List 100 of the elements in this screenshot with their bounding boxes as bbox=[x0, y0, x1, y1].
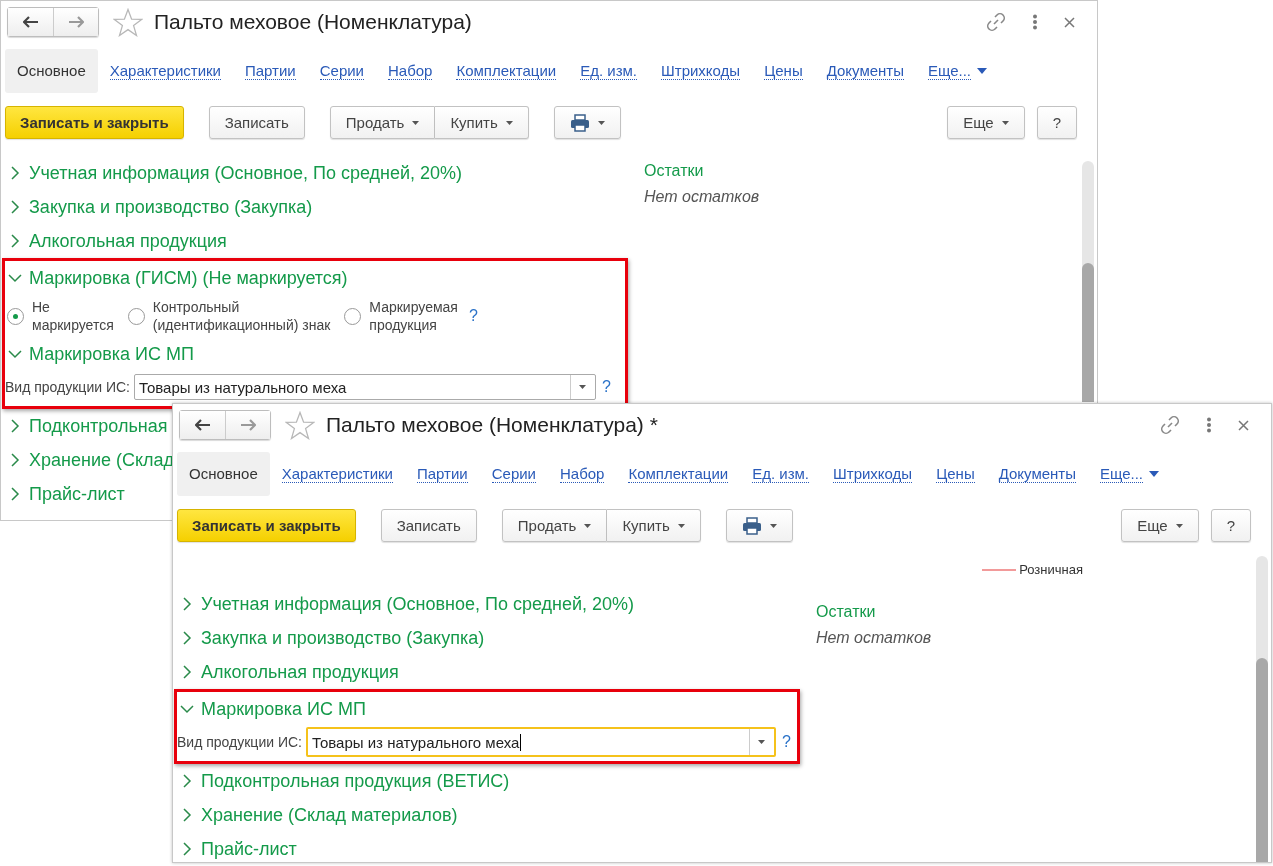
save-and-close-button[interactable]: Записать и закрыть bbox=[177, 509, 356, 542]
tab[interactable]: Документы bbox=[814, 49, 916, 93]
more-icon[interactable] bbox=[1206, 417, 1212, 433]
menu-button[interactable]: Купить bbox=[435, 106, 529, 139]
save-and-close-button[interactable]: Записать и закрыть bbox=[5, 106, 184, 139]
print-button[interactable] bbox=[725, 509, 793, 542]
caret-icon bbox=[584, 523, 592, 528]
section-title[interactable]: Маркировка ИС МП bbox=[201, 698, 366, 720]
tab[interactable]: Набор bbox=[376, 49, 445, 93]
section-title[interactable]: Закупка и производство (Закупка) bbox=[29, 196, 313, 218]
tab[interactable]: Штрихкоды bbox=[649, 49, 753, 93]
tab[interactable]: Ед. изм. bbox=[740, 452, 822, 496]
tab[interactable]: Основное bbox=[177, 452, 270, 496]
chevron-right-icon[interactable] bbox=[8, 234, 22, 248]
tab[interactable]: Еще... bbox=[1088, 452, 1172, 496]
close-icon[interactable] bbox=[1064, 16, 1075, 28]
tab[interactable]: Серии bbox=[307, 49, 376, 93]
menu-button[interactable]: Купить bbox=[607, 509, 701, 542]
section-title[interactable]: Прайс-лист bbox=[201, 838, 297, 860]
chevron-right-icon[interactable] bbox=[8, 453, 22, 467]
help-button[interactable]: ? bbox=[1210, 509, 1251, 542]
field-label: Вид продукции ИС: bbox=[5, 379, 130, 395]
section-title[interactable]: Алкогольная продукция bbox=[29, 230, 227, 252]
help-link[interactable]: ? bbox=[601, 378, 611, 396]
chevron-right-icon[interactable] bbox=[180, 631, 194, 645]
back-button[interactable] bbox=[180, 411, 225, 439]
tab[interactable]: Основное bbox=[5, 49, 98, 93]
tab[interactable]: Ед. изм. bbox=[568, 49, 650, 93]
chevron-down-icon[interactable] bbox=[180, 702, 194, 716]
tab[interactable]: Комплектации bbox=[444, 49, 569, 93]
help-link[interactable]: ? bbox=[468, 307, 478, 325]
tab[interactable]: Партии bbox=[404, 452, 480, 496]
side-heading: Остатки bbox=[816, 602, 877, 622]
section-title[interactable]: Алкогольная продукция bbox=[201, 661, 399, 683]
chevron-right-icon[interactable] bbox=[8, 166, 22, 180]
scrollbar-thumb[interactable] bbox=[1256, 658, 1268, 862]
chevron-down-icon[interactable] bbox=[8, 271, 22, 285]
left-arrow-icon bbox=[194, 419, 211, 431]
section-title[interactable]: Маркировка ИС МП bbox=[29, 343, 194, 365]
tab[interactable]: Штрихкоды bbox=[821, 452, 925, 496]
radio-label[interactable]: Маркируемая продукция bbox=[369, 298, 458, 334]
menu-button[interactable]: Продать bbox=[501, 509, 608, 542]
chevron-right-icon[interactable] bbox=[180, 665, 194, 679]
save-button[interactable]: Записать bbox=[380, 509, 477, 542]
help-link[interactable]: ? bbox=[781, 733, 791, 751]
tab[interactable]: Еще... bbox=[916, 49, 1000, 93]
tab[interactable]: Документы bbox=[986, 452, 1088, 496]
menu-button[interactable]: Продать bbox=[329, 106, 436, 139]
section-title[interactable]: Хранение (Склад bbox=[29, 449, 175, 471]
section-title[interactable]: Подконтрольная bbox=[29, 415, 168, 437]
print-button[interactable] bbox=[553, 106, 621, 139]
tab[interactable]: Серии bbox=[479, 452, 548, 496]
caret-icon bbox=[758, 740, 766, 744]
section-title[interactable]: Прайс-лист bbox=[29, 483, 125, 505]
menu-button[interactable]: Еще bbox=[947, 106, 1025, 139]
scrollbar-thumb[interactable] bbox=[1082, 263, 1094, 402]
link-icon[interactable] bbox=[1160, 415, 1180, 435]
dropdown-triangle-icon bbox=[977, 68, 988, 74]
chevron-down-icon[interactable] bbox=[8, 347, 22, 361]
section-title[interactable]: Подконтрольная продукция (ВЕТИС) bbox=[201, 770, 510, 792]
tab[interactable]: Характеристики bbox=[269, 452, 405, 496]
chevron-right-icon[interactable] bbox=[180, 808, 194, 822]
more-icon[interactable] bbox=[1032, 14, 1038, 30]
radio-button[interactable] bbox=[127, 307, 145, 325]
product-type-field[interactable]: Товары из натурального меха bbox=[133, 374, 596, 400]
caret-icon bbox=[1175, 523, 1183, 528]
section-title[interactable]: Учетная информация (Основное, По средней, 20%) bbox=[201, 593, 635, 615]
radio-button[interactable] bbox=[7, 307, 24, 325]
tab[interactable]: Цены bbox=[924, 452, 987, 496]
chevron-right-icon[interactable] bbox=[8, 200, 22, 214]
star-icon[interactable] bbox=[113, 7, 143, 37]
field-label: Вид продукции ИС: bbox=[177, 734, 302, 750]
chevron-right-icon[interactable] bbox=[8, 487, 22, 501]
chevron-right-icon[interactable] bbox=[8, 419, 22, 433]
back-button[interactable] bbox=[8, 8, 53, 36]
save-button[interactable]: Записать bbox=[208, 106, 305, 139]
chevron-right-icon[interactable] bbox=[180, 774, 194, 788]
link-icon[interactable] bbox=[986, 12, 1006, 32]
scrollbar[interactable] bbox=[1256, 556, 1268, 862]
radio-label[interactable]: Контрольный (идентификационный) знак bbox=[152, 298, 331, 334]
chevron-right-icon[interactable] bbox=[180, 597, 194, 611]
close-icon[interactable] bbox=[1238, 419, 1249, 431]
tab[interactable]: Набор bbox=[548, 452, 617, 496]
scrollbar[interactable] bbox=[1082, 161, 1094, 402]
tab[interactable]: Партии bbox=[232, 49, 308, 93]
chevron-right-icon[interactable] bbox=[180, 842, 194, 856]
radio-label[interactable]: Не маркируется bbox=[32, 298, 114, 334]
section-title[interactable]: Закупка и производство (Закупка) bbox=[201, 627, 485, 649]
section-title[interactable]: Маркировка (ГИСМ) (Не маркируется) bbox=[29, 267, 348, 289]
help-button[interactable]: ? bbox=[1036, 106, 1077, 139]
tab[interactable]: Цены bbox=[752, 49, 815, 93]
star-icon[interactable] bbox=[285, 410, 315, 440]
caret-icon bbox=[1001, 120, 1009, 125]
tab[interactable]: Комплектации bbox=[616, 452, 741, 496]
radio-button[interactable] bbox=[344, 307, 362, 325]
section-title[interactable]: Хранение (Склад материалов) bbox=[201, 804, 458, 826]
section-title[interactable]: Учетная информация (Основное, По средней, 20%) bbox=[29, 162, 463, 184]
tab[interactable]: Характеристики bbox=[97, 49, 233, 93]
product-type-field[interactable]: Товары из натурального меха bbox=[305, 727, 776, 757]
menu-button[interactable]: Еще bbox=[1121, 509, 1199, 542]
